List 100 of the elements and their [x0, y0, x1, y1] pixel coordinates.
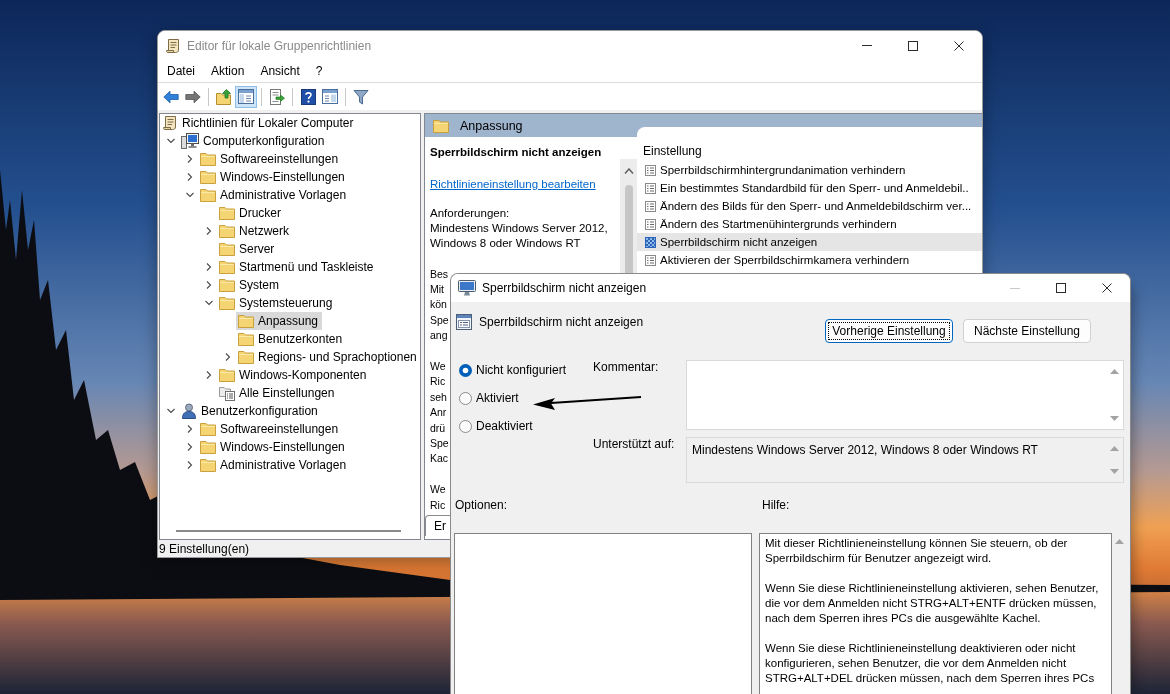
- scroll-up-icon[interactable]: [623, 168, 634, 174]
- list-row[interactable]: Ein bestimmtes Standardbild für den Sperr- und Anmeldebil..: [637, 179, 982, 197]
- folder-icon: [238, 350, 254, 364]
- folder-icon: [200, 440, 216, 454]
- chevron-icon[interactable]: [186, 443, 194, 451]
- list-row[interactable]: Ändern des Startmenühintergrunds verhindern: [637, 215, 982, 233]
- description-text: Spe: [430, 312, 449, 328]
- tree-item[interactable]: Benutzerkonfiguration: [179, 402, 322, 420]
- tree-toggle-button[interactable]: [235, 85, 257, 108]
- tree-item[interactable]: Administrative Vorlagen: [198, 186, 351, 204]
- folder-icon: [238, 332, 254, 346]
- folder-icon: [219, 278, 235, 292]
- description-text: Ric: [430, 374, 446, 390]
- status-text: 9 Einstellung(en): [159, 541, 250, 556]
- menu-item[interactable]: Ansicht: [252, 61, 308, 81]
- tab[interactable]: Er: [425, 515, 450, 536]
- folder-up-icon: [216, 88, 232, 105]
- requirements-text: Mindestens Windows Server 2012, Windows 8 oder Windows RT: [430, 221, 609, 251]
- tree-item[interactable]: System: [217, 276, 283, 294]
- tree-item[interactable]: Richtlinien für Lokaler Computer: [160, 114, 358, 132]
- tree-item[interactable]: Benutzerkonten: [236, 330, 347, 348]
- folder-icon: [200, 422, 216, 436]
- policy-icon: [645, 236, 656, 248]
- help-paragraph: Wenn Sie diese Richtlinieneinstellung deaktivieren oder nicht konfigurieren, sehen Benutzer, die vor dem Anmelden nicht STRG+ALT+DEL drücken müssen, nach dem Sperren ihres PCs: [765, 640, 1096, 686]
- back-arrow-icon: [163, 89, 179, 104]
- chevron-icon[interactable]: [186, 155, 194, 163]
- description-text: We: [430, 359, 446, 375]
- chevron-icon[interactable]: [167, 137, 175, 145]
- folder-icon: [219, 224, 235, 238]
- list-row[interactable]: Sperrbildschirm nicht anzeigen: [637, 233, 982, 251]
- chevron-icon[interactable]: [205, 371, 213, 379]
- list-row[interactable]: Sperrbildschirmhintergrundanimation verhindern: [637, 161, 982, 179]
- tree-item[interactable]: Drucker: [217, 204, 285, 222]
- tree-item[interactable]: Softwareeinstellungen: [198, 420, 343, 438]
- chevron-icon[interactable]: [205, 281, 213, 289]
- policy-icon: [645, 218, 656, 230]
- chevron-icon[interactable]: [186, 425, 194, 433]
- policy-icon: [645, 254, 656, 266]
- help-label: Hilfe:: [762, 497, 790, 513]
- monitor-icon: [458, 280, 476, 296]
- tree-item[interactable]: Windows-Einstellungen: [198, 438, 349, 456]
- tree-item[interactable]: Anpassung: [236, 312, 323, 330]
- menu-item[interactable]: Aktion: [203, 61, 253, 81]
- tree-item[interactable]: Windows-Komponenten: [217, 366, 371, 384]
- tree-item[interactable]: Server: [217, 240, 279, 258]
- description-text: Spe: [430, 436, 449, 452]
- tree-item[interactable]: Systemsteuerung: [217, 294, 337, 312]
- policy-icon: [645, 200, 656, 212]
- radio-button[interactable]: [459, 363, 472, 377]
- filter-icon: [353, 88, 369, 105]
- description-text: Mit: [430, 281, 444, 297]
- radio-label[interactable]: Deaktiviert: [476, 419, 533, 433]
- tree-item[interactable]: Netzwerk: [217, 222, 293, 240]
- scroll-icon: [165, 37, 181, 54]
- list-row[interactable]: Aktivieren der Sperrbildschirmkamera verhindern: [637, 251, 982, 269]
- edit-policy-link[interactable]: Richtlinieneinstellung bearbeiten: [430, 177, 596, 192]
- chevron-icon[interactable]: [224, 353, 232, 361]
- chevron-icon[interactable]: [186, 173, 194, 181]
- folder-icon: [200, 170, 216, 184]
- tree-item[interactable]: Regions- und Sprachoptionen: [236, 348, 421, 366]
- tree-item[interactable]: Windows-Einstellungen: [198, 168, 349, 186]
- nav-button[interactable]: Vorherige Einstellung: [825, 319, 953, 343]
- window-title: Sperrbildschirm nicht anzeigen: [482, 281, 647, 295]
- folder-icon: [200, 458, 216, 472]
- panel-toggle-icon: [238, 89, 254, 104]
- radio-button[interactable]: [459, 391, 472, 405]
- folder-icon: [238, 314, 254, 328]
- radio-button[interactable]: [459, 419, 472, 433]
- export-list-icon: [269, 88, 285, 105]
- description-text: seh: [430, 389, 447, 405]
- description-text: Ric: [430, 497, 446, 513]
- requirements-label: Anforderungen:: [430, 206, 511, 221]
- menu-item[interactable]: Datei: [159, 61, 203, 81]
- chevron-icon[interactable]: [167, 407, 175, 415]
- chevron-icon[interactable]: [186, 191, 194, 199]
- column-header[interactable]: Einstellung: [637, 141, 982, 161]
- tree-item[interactable]: Alle Einstellungen: [217, 384, 339, 402]
- scroll-thumb[interactable]: [176, 530, 401, 532]
- window-list-icon: [322, 89, 338, 104]
- tree-item[interactable]: Administrative Vorlagen: [198, 456, 351, 474]
- chevron-icon[interactable]: [205, 227, 213, 235]
- folder-icon: [200, 152, 216, 166]
- supported-on-label: Unterstützt auf:: [592, 437, 676, 451]
- radio-label[interactable]: Aktiviert: [476, 391, 519, 405]
- nav-button[interactable]: Nächste Einstellung: [963, 319, 1091, 343]
- tree-item[interactable]: Startmenü und Taskleiste: [217, 258, 378, 276]
- tree-item[interactable]: Computerkonfiguration: [179, 132, 329, 150]
- help-paragraph: Wenn Sie diese Richtlinieneinstellung aktivieren, sehen Benutzer, die vor dem Anmelden nicht STRG+ALT+ENTF drücken müssen, nach dem Sperren ihres PCs die ausgewählte Kachel.: [765, 580, 1100, 626]
- chevron-icon[interactable]: [205, 299, 213, 307]
- tree-item[interactable]: Softwareeinstellungen: [198, 150, 343, 168]
- window-title: Editor für lokale Gruppenrichtlinien: [187, 38, 372, 53]
- radio-label[interactable]: Nicht konfiguriert: [476, 363, 567, 377]
- menu-item[interactable]: ?: [307, 61, 331, 81]
- list-row[interactable]: Ändern des Bilds für den Sperr- und Anmeldebildschirm ver...: [637, 197, 982, 215]
- chevron-icon[interactable]: [205, 263, 213, 271]
- help-paragraph: Mit dieser Richtlinieneinstellung können Sie steuern, ob der Sperrbildschirm für Benutzer angezeigt wird.: [765, 535, 1069, 566]
- maximize-icon: [1056, 283, 1066, 293]
- chevron-icon[interactable]: [186, 461, 194, 469]
- comment-label: Kommentar:: [592, 360, 660, 374]
- folder-icon: [219, 296, 235, 310]
